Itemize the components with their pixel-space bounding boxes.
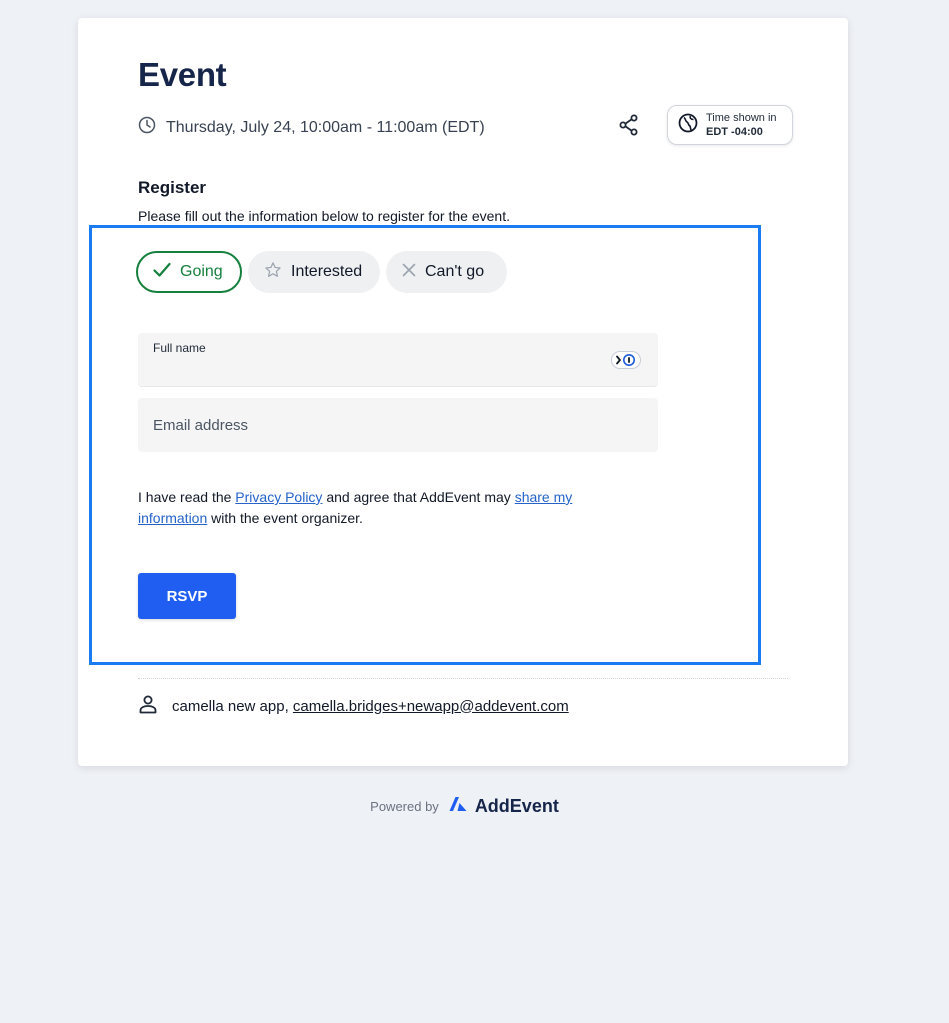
star-icon [264,261,282,284]
powered-by-label: Powered by [370,799,439,814]
event-datetime: Thursday, July 24, 10:00am - 11:00am (ED… [138,116,485,139]
interested-option[interactable]: Interested [248,251,380,293]
timezone-text: Time shown in EDT -04:00 [706,111,777,139]
going-label: Going [180,263,223,280]
consent-prefix: I have read the [138,489,236,505]
timezone-value: EDT -04:00 [706,126,763,138]
full-name-label: Full name [153,341,206,355]
x-icon [402,263,416,282]
powered-by-footer: Powered by AddEvent [0,796,949,817]
addevent-brand-text: AddEvent [474,796,559,816]
share-button[interactable] [616,114,642,140]
privacy-policy-link[interactable]: Privacy Policy [235,489,322,505]
organizer-email-link[interactable]: camella.bridges+newapp@addevent.com [293,698,569,715]
event-title: Event [138,56,227,93]
person-icon [138,694,158,718]
interested-label: Interested [291,263,363,280]
full-name-field: Full name [138,333,658,387]
email-input[interactable] [153,415,598,435]
password-manager-icon[interactable] [611,351,641,369]
organizer-name: camella new app, [172,697,289,715]
check-icon [153,262,171,283]
register-description: Please fill out the information below to… [138,208,510,224]
divider [138,678,788,679]
timezone-selector[interactable]: Time shown in EDT -04:00 [667,105,793,145]
globe-icon [678,113,698,138]
register-heading: Register [138,178,207,197]
addevent-brand-link[interactable]: AddEvent [449,796,559,817]
rsvp-options: Going Interested Can't go [136,251,507,293]
addevent-logo-icon [449,796,467,817]
rsvp-button[interactable]: RSVP [138,573,236,619]
clock-icon [138,116,156,139]
event-card: Event Thursday, July 24, 10:00am - 11:00… [78,18,848,766]
share-icon [619,114,639,141]
going-option[interactable]: Going [136,251,242,293]
cant-go-option[interactable]: Can't go [386,251,507,293]
email-field [138,398,658,452]
event-datetime-text: Thursday, July 24, 10:00am - 11:00am (ED… [166,118,485,136]
full-name-input[interactable] [153,360,598,380]
timezone-label: Time shown in [706,112,777,124]
organizer-info: camella new app, camella.bridges+newapp@… [138,694,569,718]
consent-middle: and agree that AddEvent may [322,489,515,505]
consent-suffix: with the event organizer. [207,510,363,526]
cant-go-label: Can't go [425,263,485,280]
consent-text: I have read the Privacy Policy and agree… [138,487,618,529]
